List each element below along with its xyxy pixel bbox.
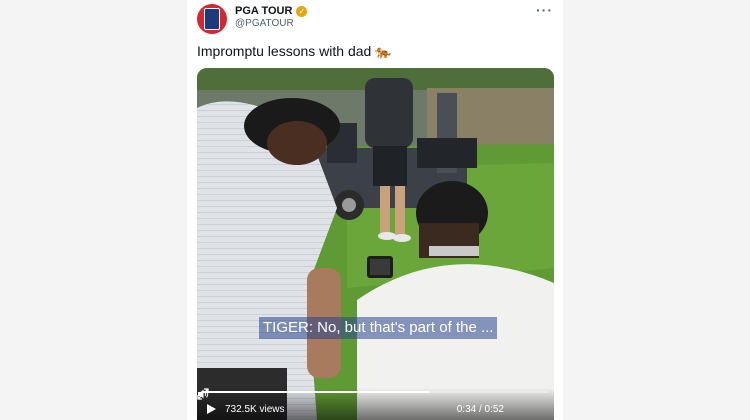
pga-tour-logo-icon	[204, 8, 220, 30]
tweet-text-body: Impromptu lessons with dad	[197, 43, 372, 59]
play-icon[interactable]	[207, 404, 216, 414]
display-name[interactable]: PGA TOUR	[235, 5, 292, 17]
video-time: 0:34 / 0:52	[456, 404, 504, 415]
video-controls: 732.5K views 0:34 / 0:52	[197, 388, 554, 420]
tiger-emoji-icon: 🐅	[375, 44, 392, 59]
progress-bar[interactable]	[203, 391, 548, 393]
video-player[interactable]: TIGER: No, but that's part of the ... 73…	[197, 68, 554, 420]
avatar[interactable]	[197, 4, 227, 34]
verified-badge-icon: ✓	[296, 5, 308, 17]
progress-fill	[203, 391, 429, 393]
video-caption: TIGER: No, but that's part of the ...	[259, 317, 498, 339]
view-count: 732.5K views	[225, 404, 285, 415]
name-row: PGA TOUR ✓	[235, 5, 308, 17]
account-handle[interactable]: @PGATOUR	[235, 18, 294, 29]
video-frame	[197, 68, 554, 420]
tweet-card: PGA TOUR ✓ @PGATOUR ··· Impromptu lesson…	[187, 0, 563, 420]
more-options-icon[interactable]: ···	[536, 2, 553, 18]
fullscreen-icon[interactable]	[197, 388, 209, 400]
tweet-text: Impromptu lessons with dad 🐅	[197, 43, 391, 60]
